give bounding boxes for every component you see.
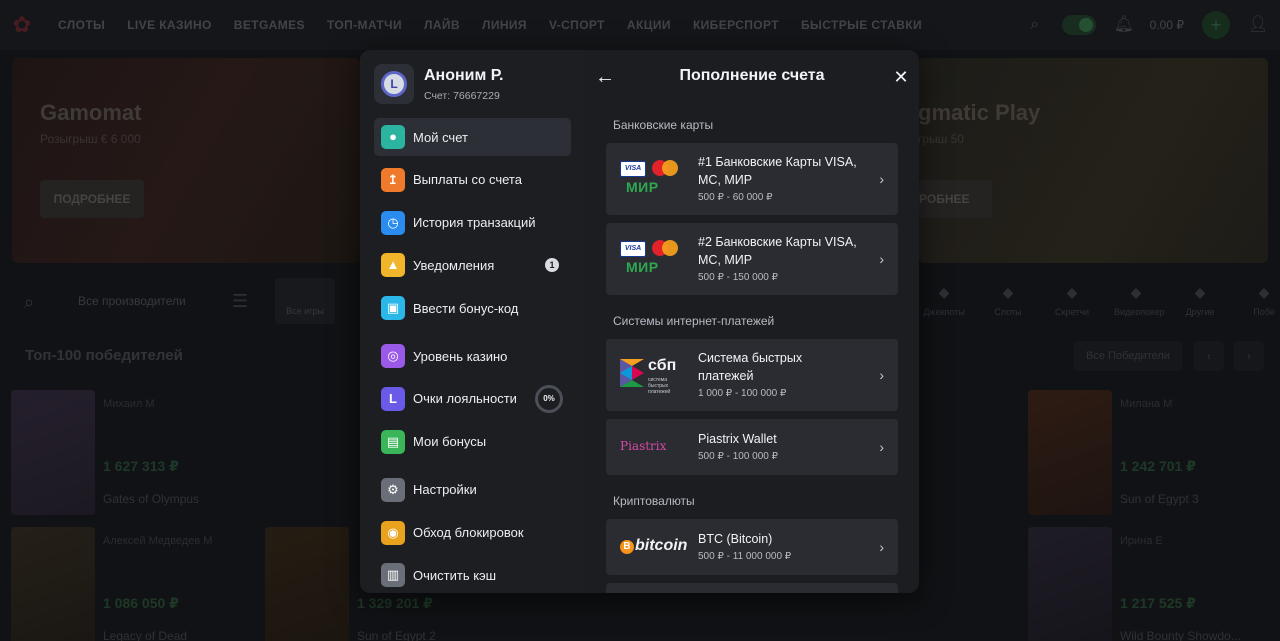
section-crypto: Криптовалюты bbox=[613, 494, 695, 508]
bitcoin-symbol-icon: B bbox=[620, 540, 634, 554]
mir-logo: МИР bbox=[626, 179, 659, 195]
loyalty-progress-ring: 0% bbox=[535, 384, 563, 413]
payment-method-piastrix[interactable]: Piastrix Piastrix Wallet 500 ₽ - 100 000… bbox=[606, 419, 898, 475]
account-number: Счет: 76667229 bbox=[424, 90, 500, 102]
menu-item-label: Очистить кэш bbox=[413, 567, 497, 583]
chevron-right-icon: › bbox=[879, 539, 884, 555]
menu-item-label: Ввести бонус-код bbox=[413, 300, 519, 316]
menu-item-label: Выплаты со счета bbox=[413, 172, 522, 188]
card-logos: VISA МИР bbox=[620, 159, 688, 199]
chevron-right-icon: › bbox=[879, 367, 884, 383]
menu-item-label: Уровень казино bbox=[413, 348, 508, 364]
payment-method-range: 500 ₽ - 11 000 000 ₽ bbox=[698, 551, 792, 562]
payment-method-name: BTC (Bitcoin) bbox=[698, 532, 773, 546]
ticket-icon: ▣ bbox=[381, 296, 405, 321]
visa-logo: VISA bbox=[620, 161, 646, 177]
payment-method-bitcoin[interactable]: Bbitcoin BTC (Bitcoin) 500 ₽ - 11 000 00… bbox=[606, 519, 898, 575]
section-internet-payments: Системы интернет-платежей bbox=[613, 314, 775, 328]
menu-item-label: Мой счет bbox=[413, 129, 468, 145]
sbp-wordmark: сбп bbox=[648, 357, 677, 374]
payment-method-range: 500 ₽ - 150 000 ₽ bbox=[698, 272, 778, 283]
menu-item-bypass-blocks[interactable]: ◉ Обход блокировок bbox=[374, 514, 571, 552]
chevron-right-icon: › bbox=[879, 251, 884, 267]
lock-icon: ◉ bbox=[381, 520, 405, 545]
payment-method-sbp[interactable]: сбп система быстрых платежей Система быс… bbox=[606, 339, 898, 411]
mir-logo: МИР bbox=[626, 259, 659, 275]
deposit-title: Пополнение счета bbox=[679, 67, 825, 84]
chevron-right-icon: › bbox=[879, 439, 884, 455]
account-modal: L Аноним Р. Счет: 76667229 ● Мой счет ↥ … bbox=[360, 50, 919, 593]
back-arrow-icon[interactable]: ← bbox=[592, 64, 618, 90]
account-sidebar: L Аноним Р. Счет: 76667229 ● Мой счет ↥ … bbox=[360, 50, 586, 593]
clock-icon: ◷ bbox=[381, 210, 405, 235]
piastrix-logo: Piastrix bbox=[620, 427, 688, 467]
visa-logo: VISA bbox=[620, 241, 646, 257]
menu-item-loyalty-points[interactable]: L Очки лояльности 0% bbox=[374, 380, 571, 418]
menu-item-label: Уведомления bbox=[413, 257, 495, 273]
mastercard-logo-overlap bbox=[662, 240, 678, 256]
chevron-right-icon: › bbox=[879, 171, 884, 187]
mastercard-logo-overlap bbox=[662, 160, 678, 176]
bitcoin-wordmark: Bbitcoin bbox=[620, 537, 687, 555]
bitcoin-word: bitcoin bbox=[635, 537, 688, 554]
card-logos: VISA МИР bbox=[620, 239, 688, 279]
menu-item-clear-cache[interactable]: ▥ Очистить кэш bbox=[374, 556, 571, 593]
profile-name: Аноним Р. bbox=[424, 67, 504, 84]
menu-item-my-account[interactable]: ● Мой счет bbox=[374, 118, 571, 156]
avatar-level-icon: L bbox=[381, 71, 407, 97]
deposit-panel: ← Пополнение счета ✕ Банковские карты VI… bbox=[592, 50, 919, 593]
bell-icon: ▲ bbox=[381, 253, 405, 278]
close-icon[interactable]: ✕ bbox=[888, 64, 914, 90]
profile-header: L Аноним Р. Счет: 76667229 bbox=[374, 64, 504, 104]
menu-item-settings[interactable]: ⚙ Настройки bbox=[374, 471, 571, 509]
payment-method-range: 500 ₽ - 100 000 ₽ bbox=[698, 451, 778, 462]
payment-method-range: 500 ₽ - 60 000 ₽ bbox=[698, 192, 773, 203]
menu-item-label: Обход блокировок bbox=[413, 525, 524, 541]
sbp-icon bbox=[620, 359, 644, 387]
payment-method-name: Piastrix Wallet bbox=[698, 432, 777, 446]
level-icon: ◎ bbox=[381, 344, 405, 369]
notification-badge: 1 bbox=[545, 258, 559, 273]
menu-item-casino-level[interactable]: ◎ Уровень казино bbox=[374, 337, 571, 375]
loyalty-icon: L bbox=[381, 386, 405, 411]
piastrix-wordmark: Piastrix bbox=[620, 439, 667, 453]
gear-icon: ⚙ bbox=[381, 477, 405, 502]
menu-item-transaction-history[interactable]: ◷ История транзакций bbox=[374, 204, 571, 242]
payment-method-next[interactable] bbox=[606, 583, 898, 593]
trash-icon: ▥ bbox=[381, 563, 405, 588]
menu-item-my-bonuses[interactable]: ▤ Мои бонусы bbox=[374, 423, 571, 461]
payment-method-range: 1 000 ₽ - 100 000 ₽ bbox=[698, 388, 787, 399]
menu-item-label: Мои бонусы bbox=[413, 434, 487, 450]
account-menu: ● Мой счет ↥ Выплаты со счета ◷ История … bbox=[374, 118, 571, 593]
menu-item-withdrawals[interactable]: ↥ Выплаты со счета bbox=[374, 161, 571, 199]
menu-item-label: Очки лояльности bbox=[413, 391, 517, 407]
sbp-tagline: система быстрых платежей bbox=[648, 377, 671, 395]
payment-method-name: #2 Банковские Карты VISA, MC, МИР bbox=[698, 235, 857, 267]
bitcoin-logo: Bbitcoin bbox=[620, 527, 688, 567]
payment-method-name: Система быстрых платежей bbox=[698, 351, 803, 383]
gift-icon: ▤ bbox=[381, 429, 405, 454]
section-bank-cards: Банковские карты bbox=[613, 118, 714, 132]
upload-icon: ↥ bbox=[381, 167, 405, 192]
sbp-logo: сбп система быстрых платежей bbox=[620, 355, 688, 395]
payment-method-name: #1 Банковские Карты VISA, MC, МИР bbox=[698, 155, 857, 187]
avatar: L bbox=[374, 64, 414, 104]
payment-method-cards-1[interactable]: VISA МИР #1 Банковские Карты VISA, MC, М… bbox=[606, 143, 898, 215]
menu-item-label: Настройки bbox=[413, 482, 477, 498]
payment-method-cards-2[interactable]: VISA МИР #2 Банковские Карты VISA, MC, М… bbox=[606, 223, 898, 295]
menu-item-bonus-code[interactable]: ▣ Ввести бонус-код bbox=[374, 289, 571, 327]
user-icon: ● bbox=[381, 125, 405, 149]
menu-item-label: История транзакций bbox=[413, 215, 536, 231]
menu-item-notifications[interactable]: ▲ Уведомления 1 bbox=[374, 246, 571, 284]
